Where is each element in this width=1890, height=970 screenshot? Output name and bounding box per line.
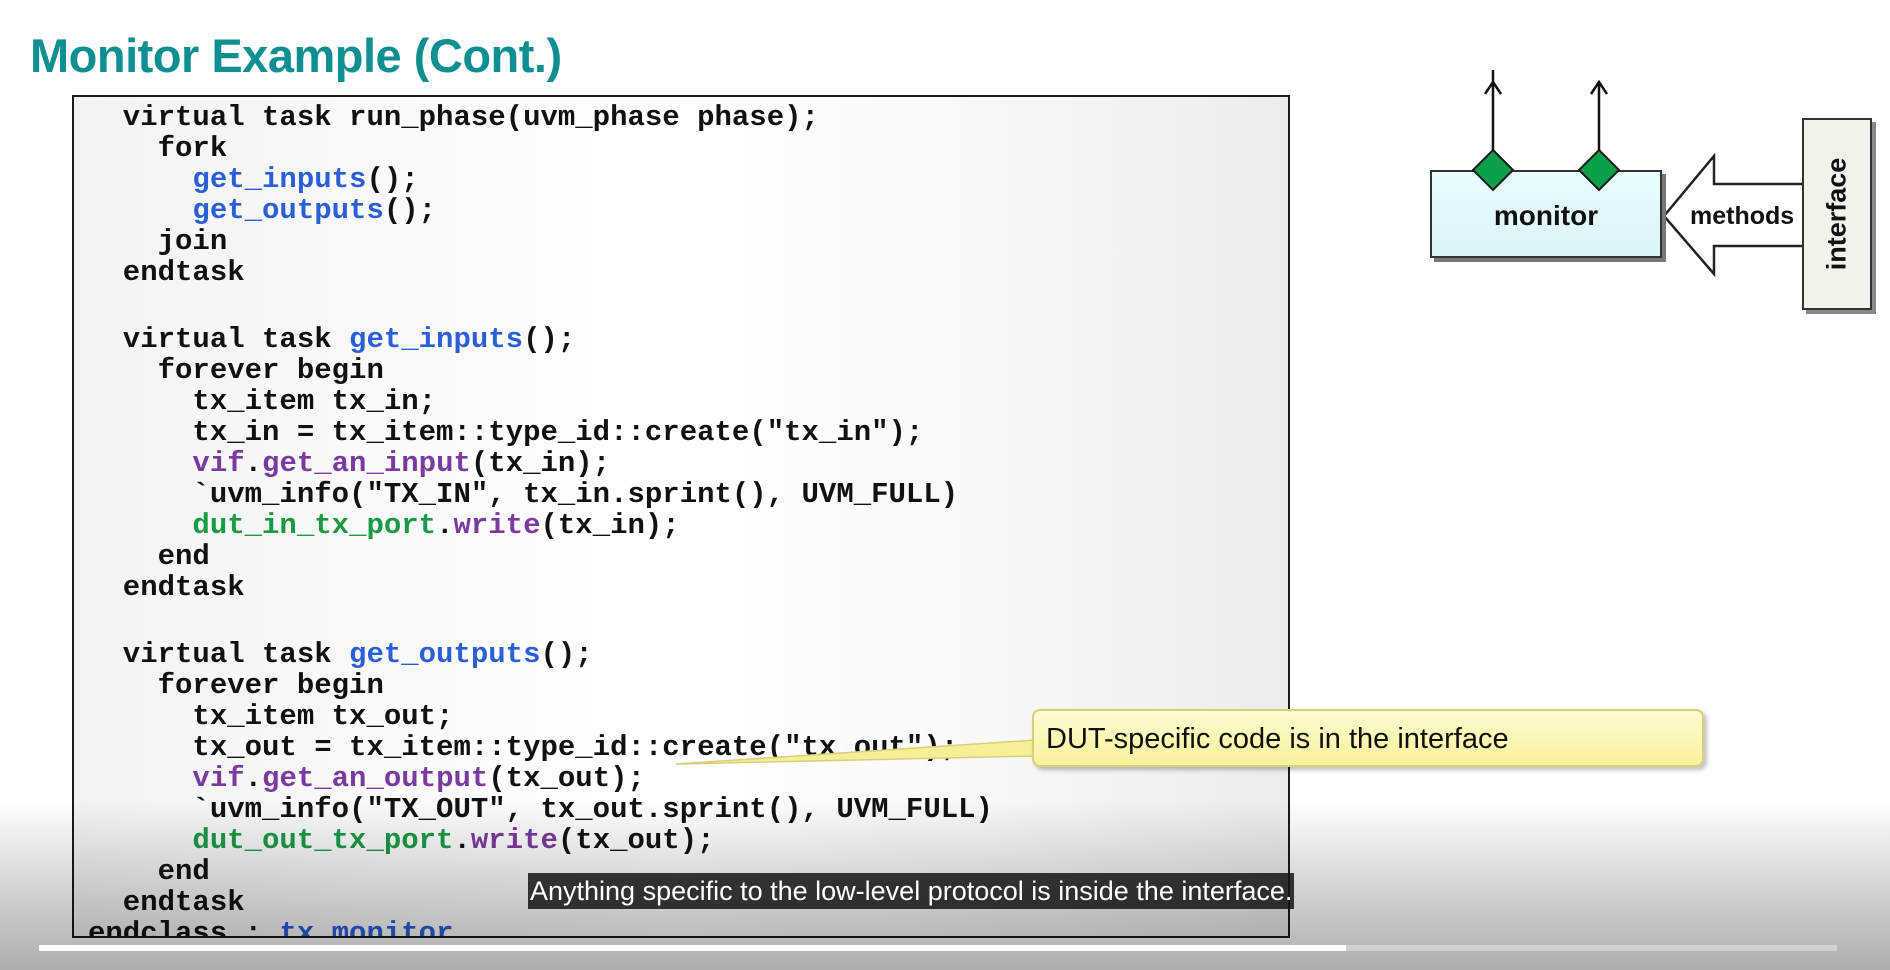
code-token-purple: vif (192, 447, 245, 480)
code-line: endtask (88, 887, 245, 918)
code-token: endtask (88, 256, 245, 289)
code-token: endtask (88, 886, 245, 919)
code-token: . (244, 447, 263, 480)
code-token: tx_in = tx_item::type_id::create("tx_in"… (88, 416, 924, 449)
code-line: forever begin (88, 355, 384, 386)
video-caption: Anything specific to the low-level proto… (528, 873, 1295, 909)
code-token: (); (383, 194, 437, 227)
callout-pointer (676, 739, 1036, 765)
code-token: tx_item tx_out; (88, 700, 454, 733)
code-token-green: dut_in_tx_port (192, 509, 437, 542)
code-token-purple: get_an_output (262, 762, 489, 795)
code-line: fork (88, 132, 228, 165)
code-token: tx_item tx_in; (88, 385, 437, 418)
analysis-port-right-icon (1577, 148, 1621, 192)
code-line: virtual task get_inputs(); (88, 323, 576, 356)
code-token: endtask (88, 571, 245, 604)
video-progress-bar[interactable] (39, 945, 1837, 951)
code-line: endclass : tx_monitor (88, 917, 454, 938)
code-line: vif.get_an_input(tx_in); (88, 448, 610, 479)
code-token-purple: write (470, 824, 558, 857)
code-line: tx_item tx_in; (88, 386, 436, 417)
code-token: (tx_out); (557, 824, 715, 857)
video-progress-fill (39, 945, 1347, 951)
code-token: fork (88, 132, 228, 165)
code-token: (tx_in); (540, 509, 680, 542)
code-token: (); (366, 163, 419, 196)
code-token: (); (540, 638, 593, 671)
code-token: (tx_in); (470, 447, 611, 480)
monitor-diagram: monitor methods interface (1420, 70, 1880, 330)
callout-note: DUT-specific code is in the interface (1032, 709, 1704, 767)
code-token-blue: tx_monitor (279, 917, 454, 938)
code-line: `uvm_info("TX_IN", tx_in.sprint(), UVM_F… (88, 479, 958, 510)
code-line: virtual task get_outputs(); (88, 639, 593, 670)
code-token-green: dut_out_tx_port (192, 824, 454, 857)
slide-title: Monitor Example (Cont.) (30, 29, 562, 82)
code-line: endtask (88, 257, 245, 288)
code-line: dut_in_tx_port.write(tx_in); (88, 509, 680, 542)
interface-label: interface (1821, 157, 1852, 271)
code-token-purple: vif (192, 762, 245, 795)
code-token-purple: get_an_input (262, 447, 471, 480)
code-line: forever begin (88, 670, 384, 701)
methods-label: methods (1690, 202, 1795, 230)
code-token: (); (523, 323, 576, 356)
code-line: tx_in = tx_item::type_id::create("tx_in"… (88, 417, 923, 448)
code-line: end (88, 541, 210, 572)
code-token: forever begin (88, 669, 384, 702)
code-token-blue: get_inputs (192, 163, 367, 196)
code-line: get_inputs(); (88, 163, 419, 196)
code-token: `uvm_info("TX_OUT", tx_out.sprint(), UVM… (88, 793, 993, 826)
code-token: (tx_out); (488, 762, 645, 795)
code-line: endtask (88, 572, 245, 603)
code-token: virtual task (88, 638, 350, 671)
code-token: . (453, 824, 471, 857)
code-line: `uvm_info("TX_OUT", tx_out.sprint(), UVM… (88, 794, 993, 825)
code-line: get_outputs(); (88, 195, 436, 226)
code-token-blue: get_outputs (349, 638, 541, 671)
analysis-port-left-icon (1471, 148, 1515, 192)
callout-text: DUT-specific code is in the interface (1046, 723, 1509, 755)
code-token-purple: write (453, 509, 541, 542)
code-line: dut_out_tx_port.write(tx_out); (88, 824, 715, 857)
code-token-blue: get_outputs (192, 194, 384, 227)
code-token: virtual task run_phase(uvm_phase phase); (88, 101, 819, 134)
code-line: end (88, 856, 210, 887)
code-token: . (436, 509, 454, 542)
code-listing-panel: virtual task run_phase(uvm_phase phase);… (72, 95, 1290, 938)
code-line: vif.get_an_output(tx_out); (88, 763, 645, 794)
code-token: endclass : (88, 917, 280, 938)
code-token: forever begin (88, 354, 384, 387)
code-token: . (244, 762, 263, 795)
code-token-blue: get_inputs (349, 323, 524, 356)
code-token: end (88, 540, 210, 573)
code-token: `uvm_info("TX_IN", tx_in.sprint(), UVM_F… (88, 478, 959, 511)
interface-block: interface (1802, 118, 1872, 310)
code-line: join (88, 225, 228, 258)
code-token: virtual task (88, 323, 350, 356)
code-token: join (88, 225, 228, 258)
code-line: virtual task run_phase(uvm_phase phase); (88, 102, 819, 133)
code-line: tx_item tx_out; (88, 701, 453, 732)
code-token: end (88, 855, 210, 888)
